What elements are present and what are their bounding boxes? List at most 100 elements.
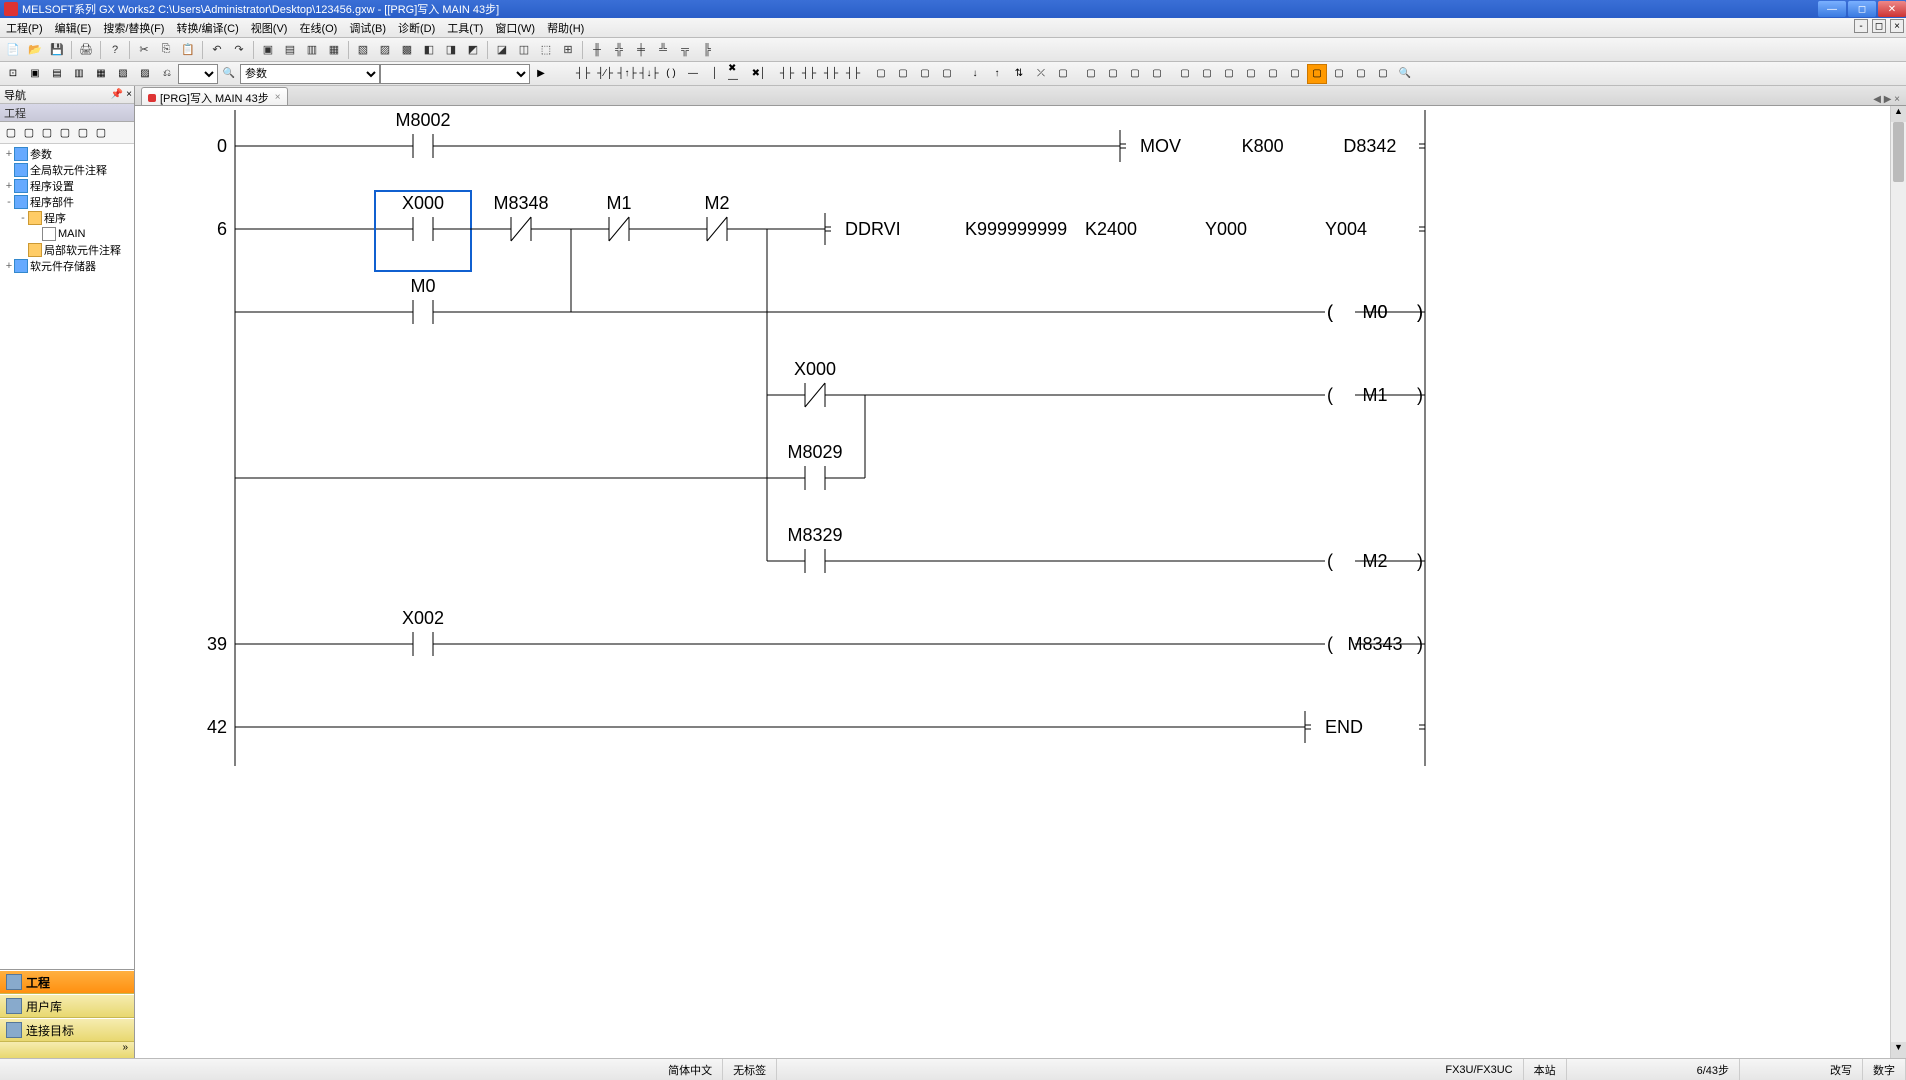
tb2-s[interactable]: ↓ <box>965 64 985 84</box>
tb-c[interactable]: ▩ <box>397 40 417 60</box>
tb2-y[interactable]: ▢ <box>1103 64 1123 84</box>
tb2-aj[interactable]: ▢ <box>1373 64 1393 84</box>
tb2-af[interactable]: ▢ <box>1263 64 1283 84</box>
menu-item[interactable]: 在线(O) <box>293 18 343 37</box>
cut-button[interactable]: ✂ <box>134 40 154 60</box>
tb-p[interactable]: ╠ <box>697 40 717 60</box>
tb-k[interactable]: ╫ <box>587 40 607 60</box>
tb-n[interactable]: ╩ <box>653 40 673 60</box>
tb2-ae[interactable]: ▢ <box>1241 64 1261 84</box>
vertical-scrollbar[interactable]: ▲ ▼ <box>1890 106 1906 1058</box>
ladder-editor[interactable]: 0M8002MOVK800D83426X000M8348M1M2DDRVIK99… <box>135 106 1906 1058</box>
tb-i[interactable]: ⬚ <box>536 40 556 60</box>
menu-item[interactable]: 搜索/替换(F) <box>97 18 170 37</box>
device-combo[interactable] <box>380 64 530 84</box>
nav-tb-e[interactable]: ▢ <box>74 124 92 142</box>
nav-chevron[interactable]: » <box>0 1042 134 1058</box>
tb2-aa[interactable]: ▢ <box>1147 64 1167 84</box>
del-hline-button[interactable]: ✖— <box>727 64 747 84</box>
tb2-ah[interactable]: ▢ <box>1329 64 1349 84</box>
mdi-max-icon[interactable]: ◻ <box>1872 19 1886 33</box>
menu-item[interactable]: 视图(V) <box>245 18 294 37</box>
tb2-ag[interactable]: ▢ <box>1285 64 1305 84</box>
scroll-down-icon[interactable]: ▼ <box>1891 1042 1906 1058</box>
tb-e[interactable]: ◨ <box>441 40 461 60</box>
print-button[interactable]: 🖨 <box>76 40 96 60</box>
nav-section-button[interactable]: 工程 <box>0 970 134 994</box>
nav-section-button[interactable]: 用户库 <box>0 994 134 1018</box>
menu-item[interactable]: 调试(B) <box>343 18 392 37</box>
coil-button[interactable]: ( ) <box>661 64 681 84</box>
new-button[interactable]: 📄 <box>3 40 23 60</box>
tb2-r[interactable]: ▢ <box>937 64 957 84</box>
tb2-p[interactable]: ▢ <box>893 64 913 84</box>
tree-item[interactable]: 全局软元件注释 <box>0 162 134 178</box>
tb2-t[interactable]: ↑ <box>987 64 1007 84</box>
tb2-v[interactable]: ⤫ <box>1031 64 1051 84</box>
tb2-g[interactable]: ▨ <box>135 64 155 84</box>
tb2-o[interactable]: ▢ <box>871 64 891 84</box>
tb2-b[interactable]: ▣ <box>25 64 45 84</box>
tb2-w[interactable]: ▢ <box>1053 64 1073 84</box>
nav-tb-f[interactable]: ▢ <box>92 124 110 142</box>
monitor-button[interactable]: ▥ <box>302 40 322 60</box>
tb2-f[interactable]: ▧ <box>113 64 133 84</box>
tb-b[interactable]: ▨ <box>375 40 395 60</box>
tb2-ai[interactable]: ▢ <box>1351 64 1371 84</box>
tree-item[interactable]: MAIN <box>0 226 134 242</box>
nav-tb-a[interactable]: ▢ <box>2 124 20 142</box>
mdi-close-icon[interactable]: × <box>1890 19 1904 33</box>
help-button[interactable]: ? <box>105 40 125 60</box>
tb2-j[interactable]: ▶ <box>531 64 551 84</box>
write-button[interactable]: ▣ <box>258 40 278 60</box>
tb2-a[interactable]: ⊡ <box>3 64 23 84</box>
zoom-combo[interactable] <box>178 64 218 84</box>
del-vline-button[interactable]: ✖│ <box>749 64 769 84</box>
tb2-l[interactable]: ┤├ <box>799 64 819 84</box>
tb2-ab[interactable]: ▢ <box>1175 64 1195 84</box>
copy-button[interactable]: ⎘ <box>156 40 176 60</box>
tb-h[interactable]: ◫ <box>514 40 534 60</box>
tab-close-icon[interactable]: × <box>275 92 281 103</box>
pin-icon[interactable]: 📌 × <box>111 89 134 100</box>
tab-main[interactable]: [PRG]写入 MAIN 43步 × <box>141 87 288 105</box>
tb-a[interactable]: ▧ <box>353 40 373 60</box>
nav-tb-c[interactable]: ▢ <box>38 124 56 142</box>
tb2-e[interactable]: ▦ <box>91 64 111 84</box>
tb2-c[interactable]: ▤ <box>47 64 67 84</box>
contact-n-button[interactable]: ┤↓├ <box>639 64 659 84</box>
tree-item[interactable]: +软元件存储器 <box>0 258 134 274</box>
hline-button[interactable]: — <box>683 64 703 84</box>
paste-button[interactable]: 📋 <box>178 40 198 60</box>
menu-item[interactable]: 帮助(H) <box>541 18 590 37</box>
scroll-up-icon[interactable]: ▲ <box>1891 106 1906 122</box>
menu-item[interactable]: 转换/编译(C) <box>170 18 244 37</box>
nav-tb-b[interactable]: ▢ <box>20 124 38 142</box>
tb-l[interactable]: ╬ <box>609 40 629 60</box>
redo-button[interactable]: ↷ <box>229 40 249 60</box>
contact-nc-button[interactable]: ┤∕├ <box>595 64 615 84</box>
tb-d[interactable]: ◧ <box>419 40 439 60</box>
tb2-orange[interactable]: ▢ <box>1307 64 1327 84</box>
menu-item[interactable]: 工具(T) <box>441 18 489 37</box>
tb2-ac[interactable]: ▢ <box>1197 64 1217 84</box>
scroll-thumb[interactable] <box>1893 122 1904 182</box>
open-button[interactable]: 📂 <box>25 40 45 60</box>
menu-item[interactable]: 工程(P) <box>0 18 49 37</box>
tb2-x[interactable]: ▢ <box>1081 64 1101 84</box>
tree-item[interactable]: +程序设置 <box>0 178 134 194</box>
tb2-m[interactable]: ┤├ <box>821 64 841 84</box>
save-button[interactable]: 💾 <box>47 40 67 60</box>
tb2-z[interactable]: ▢ <box>1125 64 1145 84</box>
tb-g[interactable]: ◪ <box>492 40 512 60</box>
contact-p-button[interactable]: ┤↑├ <box>617 64 637 84</box>
menu-item[interactable]: 编辑(E) <box>49 18 98 37</box>
tab-nav[interactable]: ◀ ▶ × <box>1873 94 1906 105</box>
tree-item[interactable]: -程序 <box>0 210 134 226</box>
menu-item[interactable]: 诊断(D) <box>392 18 441 37</box>
minimize-button[interactable]: — <box>1818 1 1846 17</box>
tb2-h[interactable]: ⎌ <box>157 64 177 84</box>
tb2-n[interactable]: ┤├ <box>843 64 863 84</box>
tb2-i[interactable]: 🔍 <box>219 64 239 84</box>
param-combo[interactable]: 参数 <box>240 64 380 84</box>
